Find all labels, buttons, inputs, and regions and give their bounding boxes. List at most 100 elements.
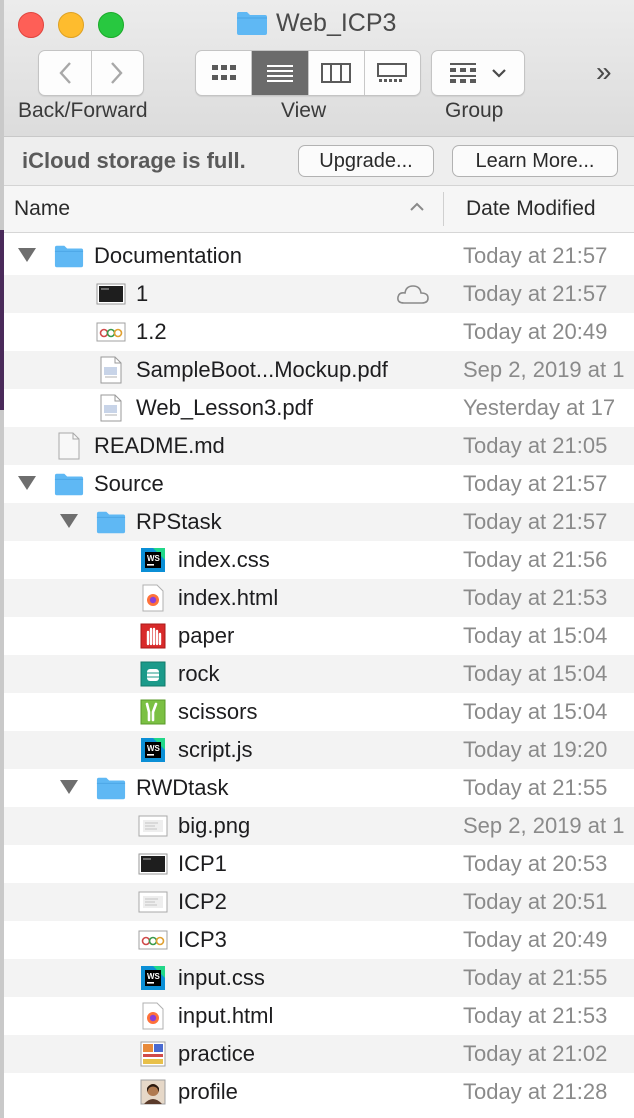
column-view-button[interactable] <box>309 51 365 95</box>
scissors-icon <box>138 698 168 726</box>
back-forward-label: Back/Forward <box>18 99 148 122</box>
file-row[interactable]: WS input.css Today at 21:55 <box>4 959 634 997</box>
file-name: input.css <box>178 965 265 990</box>
file-row[interactable]: ICP3 Today at 20:49 <box>4 921 634 959</box>
file-name: index.html <box>178 585 279 610</box>
folder-row[interactable]: RWDtask Today at 21:55 <box>4 769 634 807</box>
forward-button[interactable] <box>92 51 144 95</box>
pdf-icon <box>96 394 126 422</box>
folder-row[interactable]: Source Today at 21:57 <box>4 465 634 503</box>
file-row[interactable]: ICP1 Today at 20:53 <box>4 845 634 883</box>
file-name: Documentation <box>94 243 242 268</box>
date-modified: Today at 21:02 <box>463 1041 608 1066</box>
disclosure-triangle-icon[interactable] <box>18 476 36 490</box>
view-label: View <box>281 99 327 122</box>
folder-row[interactable]: Documentation Today at 21:57 <box>4 237 634 275</box>
date-modified: Today at 15:04 <box>463 661 608 686</box>
date-modified: Today at 21:57 <box>463 281 608 306</box>
date-modified: Today at 21:53 <box>463 1003 608 1028</box>
disclosure-triangle-icon[interactable] <box>60 514 78 528</box>
list-icon <box>266 65 293 82</box>
file-name: script.js <box>178 737 253 762</box>
minimize-button[interactable] <box>58 12 84 38</box>
icloud-banner: iCloud storage is full. Upgrade... Learn… <box>4 137 634 186</box>
file-row[interactable]: scissors Today at 15:04 <box>4 693 634 731</box>
date-modified: Today at 15:04 <box>463 699 608 724</box>
firefox-icon <box>138 584 168 612</box>
date-modified: Today at 21:57 <box>463 471 608 496</box>
file-row[interactable]: 1.2 Today at 20:49 <box>4 313 634 351</box>
window-toolbar: Web_ICP3 Back/Forward View Group » <box>4 0 634 137</box>
close-button[interactable] <box>18 12 44 38</box>
file-row[interactable]: WS index.css Today at 21:56 <box>4 541 634 579</box>
learn-more-button[interactable]: Learn More... <box>452 145 618 177</box>
thumb-circles-icon <box>96 318 126 346</box>
icloud-icon[interactable] <box>396 283 430 310</box>
disclosure-triangle-icon[interactable] <box>18 248 36 262</box>
chevron-right-icon <box>111 62 123 84</box>
file-name: input.html <box>178 1003 274 1028</box>
ws-icon: WS <box>138 546 168 574</box>
file-row[interactable]: practice Today at 21:02 <box>4 1035 634 1073</box>
file-row[interactable]: big.png Sep 2, 2019 at 1 <box>4 807 634 845</box>
date-modified: Sep 2, 2019 at 1 <box>463 813 625 838</box>
file-row[interactable]: ICP2 Today at 20:51 <box>4 883 634 921</box>
file-name: profile <box>178 1079 238 1104</box>
screenshot-dark-icon <box>96 280 126 308</box>
back-forward-control <box>38 50 144 96</box>
file-row[interactable]: input.html Today at 21:53 <box>4 997 634 1035</box>
file-row[interactable]: SampleBoot...Mockup.pdf Sep 2, 2019 at 1 <box>4 351 634 389</box>
name-column-header[interactable]: Name <box>14 197 70 221</box>
column-header: Name Date Modified <box>4 186 634 233</box>
screenshot-dark-icon <box>138 850 168 878</box>
file-name: ICP3 <box>178 927 227 952</box>
date-modified: Today at 20:51 <box>463 889 608 914</box>
file-row[interactable]: 1 Today at 21:57 <box>4 275 634 313</box>
folder-row[interactable]: RPStask Today at 21:57 <box>4 503 634 541</box>
disclosure-triangle-icon[interactable] <box>60 780 78 794</box>
zoom-button[interactable] <box>98 12 124 38</box>
svg-text:WS: WS <box>147 972 161 981</box>
gallery-view-button[interactable] <box>365 51 420 95</box>
column-divider[interactable] <box>443 192 444 226</box>
file-row[interactable]: paper Today at 15:04 <box>4 617 634 655</box>
window-title: Web_ICP3 <box>236 6 396 40</box>
more-toolbar-icon[interactable]: » <box>596 56 611 88</box>
svg-text:WS: WS <box>147 554 161 563</box>
file-name: practice <box>178 1041 256 1066</box>
file-row[interactable]: rock Today at 15:04 <box>4 655 634 693</box>
gallery-icon <box>377 63 408 82</box>
file-row[interactable]: README.md Today at 21:05 <box>4 427 634 465</box>
file-name: 1.2 <box>136 319 167 344</box>
file-row[interactable]: index.html Today at 21:53 <box>4 579 634 617</box>
file-row[interactable]: WS script.js Today at 19:20 <box>4 731 634 769</box>
folder-icon <box>54 242 84 270</box>
file-name: RPStask <box>136 509 222 534</box>
group-button[interactable] <box>431 50 525 96</box>
file-name: scissors <box>178 699 258 724</box>
date-modified: Yesterday at 17 <box>463 395 616 420</box>
doc-icon <box>54 432 84 460</box>
file-name: paper <box>178 623 235 648</box>
date-modified: Today at 21:55 <box>463 965 608 990</box>
back-button[interactable] <box>39 51 92 95</box>
file-name: ICP2 <box>178 889 227 914</box>
date-modified: Sep 2, 2019 at 1 <box>463 357 625 382</box>
file-name: 1 <box>136 281 149 306</box>
upgrade-button[interactable]: Upgrade... <box>298 145 434 177</box>
thumb-light-icon <box>138 812 168 840</box>
avatar-icon <box>138 1078 168 1106</box>
file-row[interactable]: profile Today at 21:28 <box>4 1073 634 1111</box>
rock-icon <box>138 660 168 688</box>
list-view-button[interactable] <box>252 51 309 95</box>
ws-icon: WS <box>138 736 168 764</box>
sort-ascending-icon[interactable] <box>409 196 425 218</box>
icon-view-button[interactable] <box>196 51 253 95</box>
group-label: Group <box>445 99 504 122</box>
date-modified-column-header[interactable]: Date Modified <box>466 197 596 221</box>
svg-text:WS: WS <box>147 744 161 753</box>
date-modified: Today at 19:20 <box>463 737 608 762</box>
file-name: index.css <box>178 547 270 572</box>
date-modified: Today at 21:57 <box>463 243 608 268</box>
file-row[interactable]: Web_Lesson3.pdf Yesterday at 17 <box>4 389 634 427</box>
